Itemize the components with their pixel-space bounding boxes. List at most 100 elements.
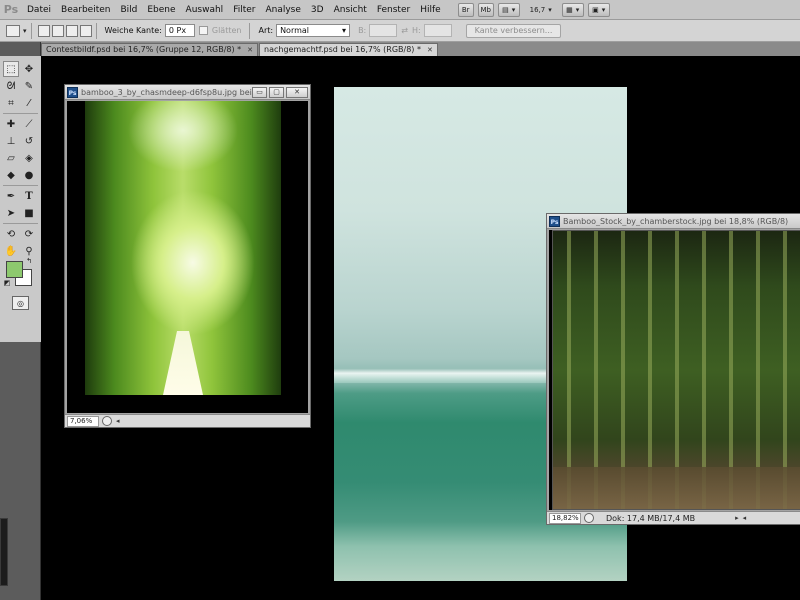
default-colors-icon[interactable]: ◩ (2, 278, 12, 288)
tool-preset-picker[interactable] (6, 24, 20, 37)
menu-bild[interactable]: Bild (115, 0, 142, 20)
rectangular-marquee-icon[interactable]: ⬚ (3, 61, 19, 77)
dodge-tool-icon[interactable]: ● (21, 167, 37, 183)
divider (3, 113, 38, 114)
menu-bearbeiten[interactable]: Bearbeiten (56, 0, 115, 20)
paint-bucket-icon[interactable]: ◈ (21, 150, 37, 166)
3d-rotate-icon[interactable]: ⟲ (3, 226, 19, 242)
document-window-bamboo3[interactable]: Ps bamboo_3_by_chasmdeep-d6fsp8u.jpg bei… (64, 84, 311, 428)
view-extras-button[interactable]: ▤ ▾ (497, 2, 520, 17)
new-selection-mode[interactable] (37, 24, 50, 37)
menu-3d[interactable]: 3D (306, 0, 329, 20)
zoom-field[interactable]: 18,82% (549, 512, 581, 524)
status-menu-arrow-icon[interactable]: ▸ (735, 514, 739, 522)
minimize-button[interactable]: ▭ (252, 86, 267, 98)
photoshop-icon: Ps (549, 215, 560, 227)
eyedropper-icon[interactable]: ⁄ (21, 95, 37, 111)
zoom-level-value: 16,7 (529, 5, 546, 14)
menu-filter[interactable]: Filter (228, 0, 260, 20)
stock-ground (553, 467, 800, 509)
menu-fenster[interactable]: Fenster (372, 0, 415, 20)
bridge-button[interactable]: Br (457, 2, 474, 17)
menu-ebene[interactable]: Ebene (142, 0, 180, 20)
panel-dock-handle[interactable] (0, 518, 8, 586)
swap-colors-icon[interactable]: ↰ (24, 256, 34, 266)
menu-datei[interactable]: Datei (22, 0, 56, 20)
zoom-level-dropdown[interactable]: 16,7 ▾ (524, 3, 558, 17)
healing-brush-icon[interactable]: ✚ (3, 116, 19, 132)
arrange-documents-button[interactable]: ▦ ▾ (561, 2, 584, 17)
bamboo-tunnel-image[interactable] (85, 101, 281, 395)
window-canvas[interactable] (67, 101, 308, 413)
tools-panel-body: ⬚ ✥ ᘛ ✎ ⌗ ⁄ ✚ ⟋ ⊥ ↺ ▱ ◈ ◆ ● ✒ T ➤ ■ ⟲ ⟳ … (0, 56, 41, 342)
divider (30, 22, 32, 39)
foreground-color-swatch[interactable] (6, 261, 23, 278)
chevron-down-icon: ▾ (601, 5, 606, 14)
status-menu-icon[interactable] (102, 416, 112, 426)
close-icon[interactable]: ✕ (427, 44, 433, 56)
tunnel-path (163, 331, 203, 395)
zoom-field[interactable]: 7,06% (67, 415, 99, 427)
brush-tool-icon[interactable]: ⟋ (21, 116, 37, 132)
hand-tool-icon[interactable]: ✋ (3, 243, 19, 259)
swap-icon[interactable]: ⇄ (401, 26, 408, 35)
feather-label: Weiche Kante: (104, 26, 162, 35)
menu-ansicht[interactable]: Ansicht (329, 0, 372, 20)
menu-analyse[interactable]: Analyse (260, 0, 305, 20)
pen-tool-icon[interactable]: ✒ (3, 188, 19, 204)
tab-nachgemachtf[interactable]: nachgemachtf.psd bei 16,7% (RGB/8) * ✕ (259, 43, 438, 56)
rectangle-shape-icon[interactable]: ■ (21, 205, 37, 221)
add-selection-mode[interactable] (51, 24, 64, 37)
blur-tool-icon[interactable]: ◆ (3, 167, 19, 183)
intersect-selection-mode[interactable] (79, 24, 92, 37)
quick-mask-icon[interactable]: ◎ (12, 296, 29, 310)
window-title: Bamboo_Stock_by_chamberstock.jpg bei 18,… (563, 216, 789, 226)
menu-auswahl[interactable]: Auswahl (181, 0, 229, 20)
subtract-selection-mode[interactable] (65, 24, 78, 37)
screen-mode-icon: ▣ (592, 5, 599, 14)
document-window-bamboo-stock[interactable]: Ps Bamboo_Stock_by_chamberstock.jpg bei … (546, 213, 800, 525)
feather-input[interactable]: 0 Px (164, 24, 195, 37)
maximize-button[interactable]: ▢ (269, 86, 284, 98)
lasso-tool-icon[interactable]: ᘛ (3, 78, 19, 94)
style-select-value: Normal (280, 26, 310, 35)
close-button[interactable]: ✕ (286, 86, 308, 98)
status-menu-icon[interactable] (584, 513, 594, 523)
photoshop-icon: Ps (67, 86, 78, 98)
style-select[interactable]: Normal ▾ (276, 24, 351, 37)
style-label: Art: (258, 26, 274, 35)
scroll-left-icon[interactable]: ◂ (743, 514, 747, 522)
menu-hilfe[interactable]: Hilfe (415, 0, 445, 20)
height-input[interactable] (423, 24, 452, 37)
history-brush-icon[interactable]: ↺ (21, 133, 37, 149)
bamboo-stock-image[interactable] (552, 230, 800, 510)
chevron-down-icon: ▾ (575, 5, 580, 14)
scroll-left-icon[interactable]: ◂ (116, 417, 120, 425)
view-extras-icon: ▤ (502, 5, 509, 14)
menu-bar: Ps Datei Bearbeiten Bild Ebene Auswahl F… (0, 0, 800, 20)
clone-stamp-icon[interactable]: ⊥ (3, 133, 19, 149)
chevron-down-icon: ▾ (342, 26, 347, 35)
move-tool-icon[interactable]: ✥ (21, 61, 37, 77)
tools-panel: ⬚ ✥ ᘛ ✎ ⌗ ⁄ ✚ ⟋ ⊥ ↺ ▱ ◈ ◆ ● ✒ T ➤ ■ ⟲ ⟳ … (0, 42, 41, 600)
close-icon[interactable]: ✕ (247, 44, 253, 56)
window-canvas[interactable] (549, 230, 800, 510)
window-titlebar[interactable]: Ps Bamboo_Stock_by_chamberstock.jpg bei … (547, 214, 800, 229)
eraser-icon[interactable]: ▱ (3, 150, 19, 166)
screen-mode-button[interactable]: ▣ ▾ (587, 2, 610, 17)
minibridge-button[interactable]: Mb (477, 2, 494, 17)
tab-contestbildf[interactable]: Contestbildf.psd bei 16,7% (Gruppe 12, R… (41, 43, 259, 56)
width-input[interactable] (369, 24, 398, 37)
tab-label: Contestbildf.psd bei 16,7% (Gruppe 12, R… (46, 45, 242, 54)
window-statusbar: 18,82% Dok: 17,4 MB/17,4 MB ▸ ◂ (547, 511, 800, 524)
path-selection-icon[interactable]: ➤ (3, 205, 19, 221)
window-title: bamboo_3_by_chasmdeep-d6fsp8u.jpg bei... (81, 87, 252, 97)
antialias-label: Glätten (211, 26, 242, 35)
3d-orbit-icon[interactable]: ⟳ (21, 226, 37, 242)
antialias-checkbox[interactable] (198, 26, 208, 35)
type-tool-icon[interactable]: T (21, 188, 37, 204)
crop-tool-icon[interactable]: ⌗ (3, 95, 19, 111)
quick-selection-icon[interactable]: ✎ (21, 78, 37, 94)
refine-edge-button[interactable]: Kante verbessern... (465, 23, 562, 38)
window-titlebar[interactable]: Ps bamboo_3_by_chasmdeep-d6fsp8u.jpg bei… (65, 85, 310, 100)
